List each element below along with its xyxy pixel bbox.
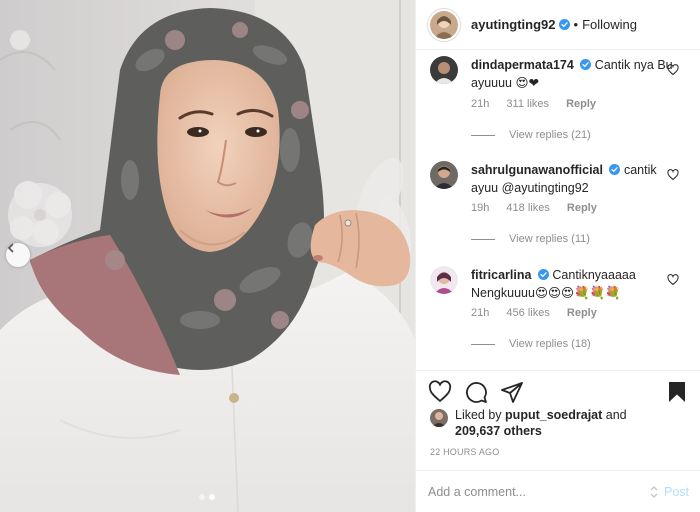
following-button[interactable]: Following bbox=[582, 17, 637, 32]
avatar-image bbox=[430, 266, 458, 294]
carousel-prev-button[interactable] bbox=[6, 243, 30, 267]
verified-badge-icon bbox=[537, 269, 549, 280]
reply-button[interactable]: Reply bbox=[566, 98, 596, 110]
comment-time[interactable]: 19h bbox=[471, 202, 489, 214]
verified-badge-icon bbox=[609, 164, 621, 175]
commenter-avatar[interactable] bbox=[430, 161, 458, 189]
replies-divider bbox=[471, 134, 495, 136]
avatar-image bbox=[430, 409, 448, 427]
comment-input[interactable]: Add a comment... bbox=[428, 485, 648, 499]
view-replies-label: View replies (11) bbox=[509, 233, 590, 245]
likes-text: Liked by puput_soedrajat and 209,637 oth… bbox=[455, 407, 690, 439]
share-icon[interactable] bbox=[500, 380, 524, 404]
avatar-image bbox=[430, 56, 458, 84]
likes-count[interactable]: 209,637 others bbox=[455, 424, 542, 438]
add-comment-bar: Add a comment... Post bbox=[416, 470, 700, 512]
comment-body: fitricarlina Cantiknyaaaaa Nengkuuuu😍😍😍💐… bbox=[471, 266, 676, 302]
comment-item: dindapermata174 Cantik nya Bu ayuuuu 😍❤ … bbox=[416, 54, 700, 159]
comment-item: sahrulgunawanofficial cantik ayuu @ayuti… bbox=[416, 159, 700, 264]
chevron-left-icon bbox=[7, 243, 14, 253]
avatar-image bbox=[430, 161, 458, 189]
comments-list: dindapermata174 Cantik nya Bu ayuuuu 😍❤ … bbox=[416, 54, 700, 369]
liker-username[interactable]: puput_soedrajat bbox=[505, 408, 602, 422]
comment-meta: 21h 311 likes Reply bbox=[471, 98, 610, 110]
post-actions-bar bbox=[416, 370, 700, 412]
commenter-avatar[interactable] bbox=[430, 266, 458, 294]
comment-meta: 19h 418 likes Reply bbox=[471, 202, 611, 214]
comment-body: sahrulgunawanofficial cantik ayuu @ayuti… bbox=[471, 161, 676, 197]
like-comment-icon[interactable] bbox=[667, 64, 679, 76]
verified-badge-icon bbox=[580, 59, 592, 70]
reply-button[interactable]: Reply bbox=[567, 307, 597, 319]
post-side-panel: ayutingting92 • Following dindapermata17… bbox=[415, 0, 700, 512]
likes-prefix: Liked by bbox=[455, 408, 502, 422]
carousel-indicator bbox=[199, 494, 215, 500]
post-header: ayutingting92 • Following bbox=[416, 0, 700, 50]
post-comment-button[interactable]: Post bbox=[648, 485, 689, 499]
view-replies-label: View replies (21) bbox=[509, 129, 591, 141]
comment-likes[interactable]: 456 likes bbox=[506, 307, 549, 319]
author-username[interactable]: ayutingting92 bbox=[471, 17, 556, 32]
comment-meta: 21h 456 likes Reply bbox=[471, 307, 611, 319]
verified-badge-icon bbox=[558, 19, 570, 30]
comment-icon[interactable] bbox=[464, 380, 488, 404]
reply-button[interactable]: Reply bbox=[567, 202, 597, 214]
likes-summary: Liked by puput_soedrajat and 209,637 oth… bbox=[430, 407, 690, 439]
likes-connector: and bbox=[605, 408, 627, 422]
replies-divider bbox=[471, 238, 495, 240]
heart-icon[interactable] bbox=[428, 379, 452, 404]
liker-avatar[interactable] bbox=[430, 409, 448, 427]
like-comment-icon[interactable] bbox=[667, 274, 679, 286]
commenter-avatar[interactable] bbox=[430, 56, 458, 84]
comment-username[interactable]: fitricarlina bbox=[471, 268, 531, 282]
post-photo[interactable] bbox=[0, 0, 415, 512]
portrait-image bbox=[0, 0, 415, 512]
comment-likes[interactable]: 418 likes bbox=[506, 202, 549, 214]
replies-divider bbox=[471, 343, 495, 345]
avatar-image bbox=[430, 10, 458, 39]
post-button-label: Post bbox=[663, 484, 689, 499]
comment-body: dindapermata174 Cantik nya Bu ayuuuu 😍❤ bbox=[471, 56, 676, 92]
comment-username[interactable]: dindapermata174 bbox=[471, 58, 574, 72]
instagram-post: ayutingting92 • Following dindapermata17… bbox=[0, 0, 700, 512]
view-replies-button[interactable]: View replies (18) bbox=[471, 338, 591, 350]
view-replies-button[interactable]: View replies (11) bbox=[471, 233, 590, 245]
expand-arrows-icon bbox=[650, 485, 658, 498]
author-avatar[interactable] bbox=[428, 8, 460, 41]
view-replies-label: View replies (18) bbox=[509, 338, 591, 350]
view-replies-button[interactable]: View replies (21) bbox=[471, 129, 591, 141]
comment-item: fitricarlina Cantiknyaaaaa Nengkuuuu😍😍😍💐… bbox=[416, 264, 700, 369]
header-separator: • bbox=[573, 17, 579, 32]
comment-time[interactable]: 21h bbox=[471, 307, 489, 319]
comment-username[interactable]: sahrulgunawanofficial bbox=[471, 163, 603, 177]
carousel-dot-active bbox=[209, 494, 215, 500]
comment-likes[interactable]: 311 likes bbox=[506, 98, 549, 110]
bookmark-icon[interactable] bbox=[665, 380, 689, 404]
post-timestamp[interactable]: 22 HOURS AGO bbox=[430, 447, 499, 457]
like-comment-icon[interactable] bbox=[667, 169, 679, 181]
carousel-dot bbox=[199, 494, 205, 500]
comment-time[interactable]: 21h bbox=[471, 98, 489, 110]
